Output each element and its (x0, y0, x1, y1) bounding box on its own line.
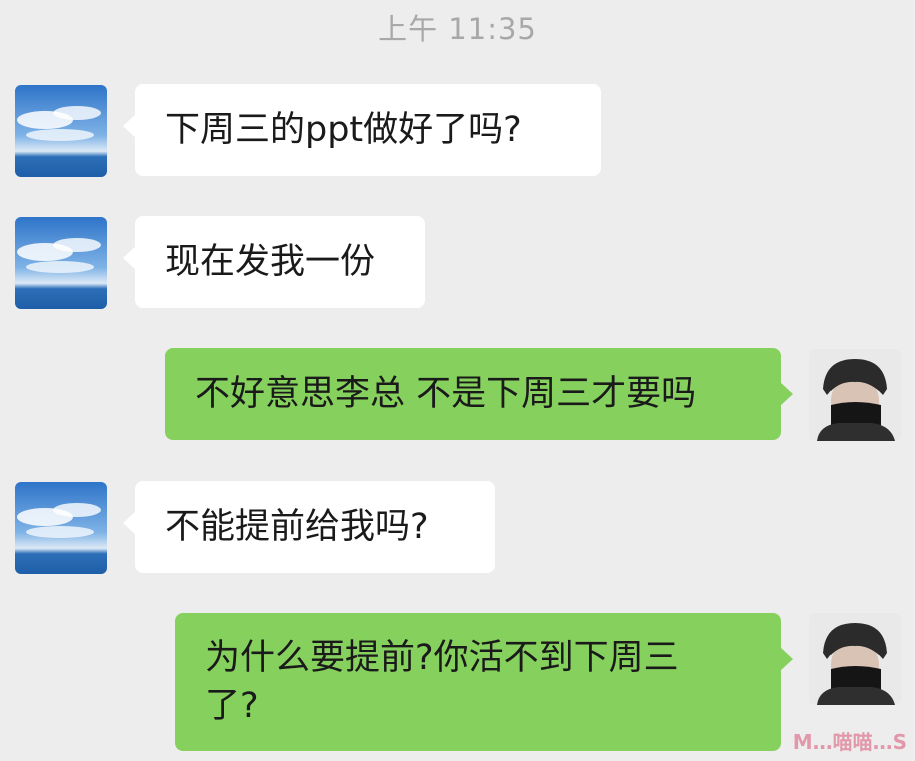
self-avatar[interactable] (809, 613, 901, 705)
message-bubble-received[interactable]: 现在发我一份 (123, 216, 425, 308)
site-watermark: M…喵喵…S (792, 730, 907, 754)
message-text: 下周三的ppt做好了吗? (165, 110, 522, 150)
message-text: 为什么要提前?你活不到下周三 了? (205, 638, 679, 726)
message-bubble-received[interactable]: 下周三的ppt做好了吗? (123, 84, 601, 176)
message-text: 不能提前给我吗? (165, 507, 429, 547)
message-text: 现在发我一份 (165, 242, 376, 282)
sky-avatar-image (15, 85, 107, 177)
sky-avatar-image (15, 482, 107, 574)
self-avatar[interactable] (809, 349, 901, 441)
contact-avatar[interactable] (15, 482, 107, 574)
contact-avatar[interactable] (15, 85, 107, 177)
sky-avatar-image (15, 217, 107, 309)
message-bubble-sent[interactable]: 为什么要提前?你活不到下周三 了? (175, 613, 793, 751)
masked-man-avatar-image (809, 613, 901, 705)
masked-man-avatar-image (809, 349, 901, 441)
message-text: 不好意思李总 不是下周三才要吗 (195, 374, 697, 414)
message-bubble-received[interactable]: 不能提前给我吗? (123, 481, 495, 573)
message-bubble-sent[interactable]: 不好意思李总 不是下周三才要吗 (165, 348, 793, 440)
chat-timestamp: 上午 11:35 (378, 12, 537, 46)
contact-avatar[interactable] (15, 217, 107, 309)
